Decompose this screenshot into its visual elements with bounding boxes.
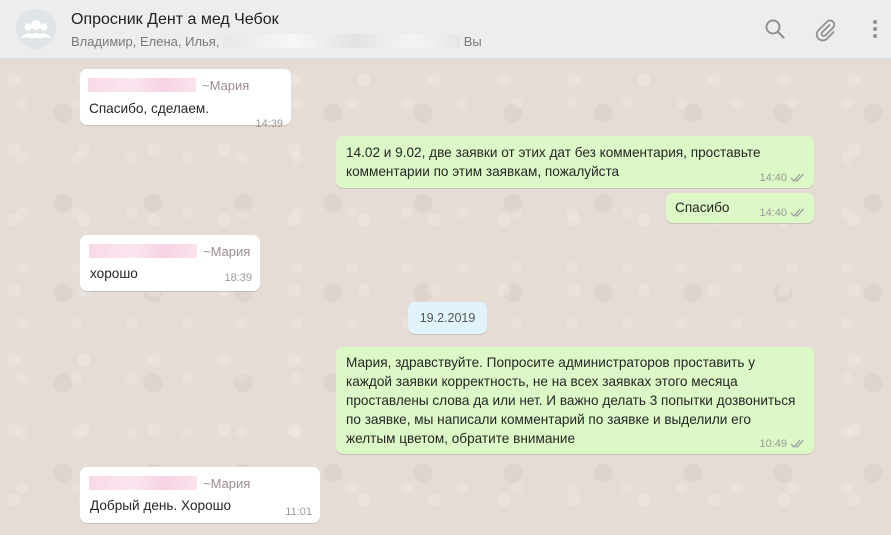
date-separator: 19.2.2019 — [408, 302, 487, 334]
message-sender: ~Мария — [89, 244, 250, 259]
message-text: хорошо — [90, 266, 138, 281]
group-avatar-icon[interactable] — [16, 9, 56, 49]
message-time: 18:39 — [224, 272, 252, 284]
message-sender: ~Мария — [88, 78, 249, 93]
participants-prefix: Владимир, Елена, Илья, — [71, 34, 220, 49]
message-time: 14:40 — [759, 172, 787, 184]
read-ticks-icon — [790, 207, 806, 218]
message-time: 11:01 — [285, 506, 312, 518]
redacted-participants — [223, 34, 461, 48]
redacted-sender-name — [89, 476, 197, 490]
participants-suffix: Вы — [463, 34, 482, 49]
search-icon[interactable] — [762, 16, 788, 42]
message-time: 10:49 — [759, 438, 787, 450]
message-text: Добрый день. Хорошо — [90, 498, 232, 513]
read-ticks-icon — [790, 438, 806, 449]
incoming-message[interactable]: ~Мария Добрый день. Хорошо 11:01 — [80, 467, 320, 523]
redacted-sender-name — [89, 244, 197, 258]
message-text: 14.02 и 9.02, две заявки от этих дат без… — [346, 145, 761, 179]
message-text: Мария, здравствуйте. Попросите администр… — [346, 355, 796, 446]
read-ticks-icon — [790, 172, 806, 183]
incoming-message[interactable]: ~Мария Спасибо, сделаем. 14:39 — [80, 69, 291, 130]
chat-title[interactable]: Опросник Дент а мед Чебок — [71, 11, 279, 29]
message-list[interactable]: ~Мария Спасибо, сделаем. 14:39 14.02 и 9… — [0, 59, 891, 535]
message-time: 14:40 — [759, 207, 787, 219]
outgoing-message[interactable]: 14.02 и 9.02, две заявки от этих дат без… — [336, 136, 814, 188]
chat-header: Опросник Дент а мед Чебок Владимир, Елен… — [0, 0, 891, 59]
message-sender: ~Мария — [89, 476, 250, 491]
outgoing-message[interactable]: Спасибо 14:40 — [666, 193, 814, 223]
message-text: Спасибо, сделаем. — [89, 101, 210, 116]
message-text: Спасибо — [675, 200, 730, 215]
kebab-menu-icon[interactable] — [862, 16, 888, 42]
redacted-sender-name — [88, 78, 196, 92]
incoming-message[interactable]: ~Мария хорошо 18:39 — [80, 235, 260, 291]
chat-participants: Владимир, Елена, Илья, Вы — [71, 34, 482, 49]
paperclip-icon[interactable] — [812, 16, 838, 42]
message-time: 14:39 — [255, 118, 283, 130]
outgoing-message[interactable]: Мария, здравствуйте. Попросите администр… — [336, 347, 814, 454]
